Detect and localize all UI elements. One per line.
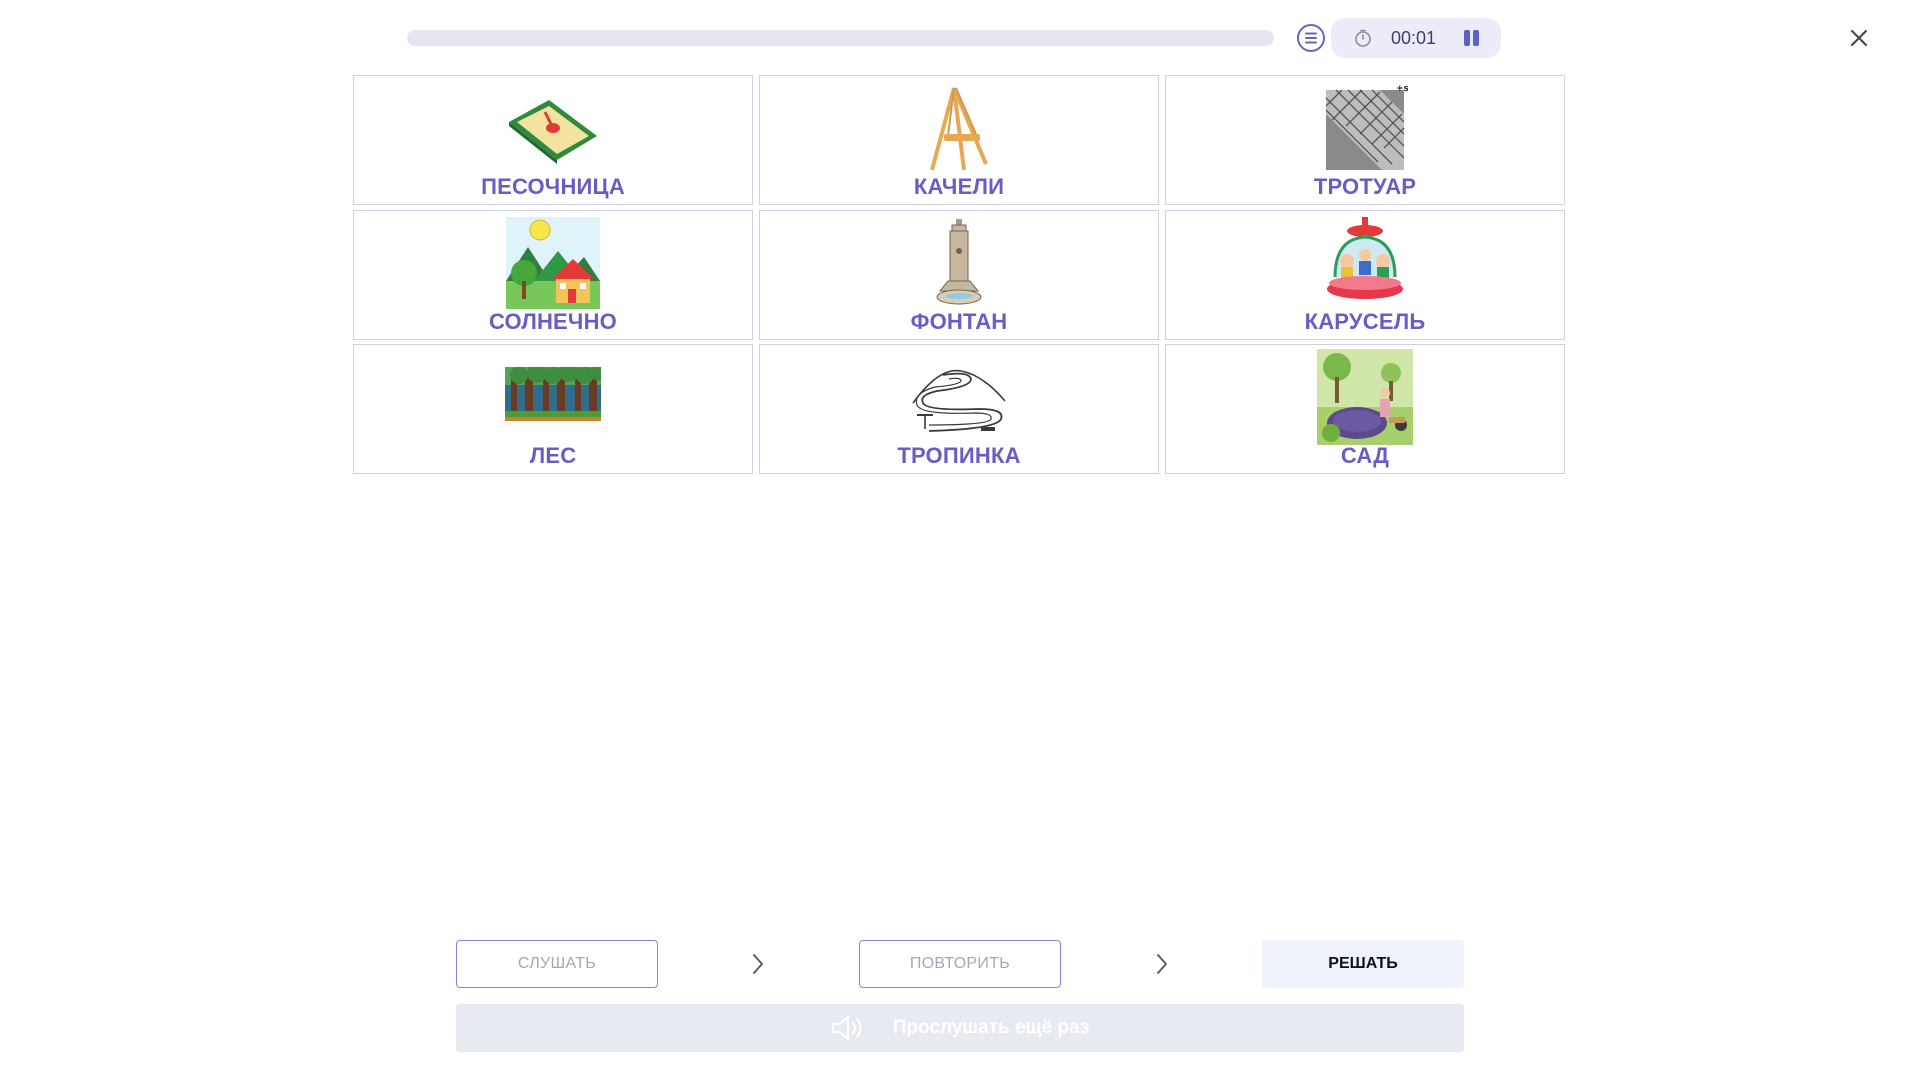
card-sandbox[interactable]: ПЕСОЧНИЦА	[353, 75, 753, 205]
pause-icon	[1464, 30, 1470, 46]
card-sidewalk[interactable]: +s ТРОТУАР	[1165, 75, 1565, 205]
svg-text:+s: +s	[1396, 84, 1408, 94]
card-label: ТРОПИНКА	[897, 443, 1021, 468]
card-label: СОЛНЕЧНО	[489, 309, 617, 334]
card-garden[interactable]: САД	[1165, 344, 1565, 474]
top-bar: 00:01	[0, 0, 1920, 75]
sunny-picture	[506, 217, 600, 309]
chevron-right-icon	[1157, 954, 1167, 974]
step-controls: СЛУШАТЬ ПОВТОРИТЬ РЕШАТЬ	[0, 940, 1920, 988]
task-list-button[interactable]	[1297, 24, 1325, 52]
speaker-icon	[831, 1016, 862, 1040]
forest-picture	[505, 367, 601, 421]
timer-panel: 00:01	[1331, 18, 1501, 58]
fountain-picture	[936, 219, 982, 305]
card-swing[interactable]: КАЧЕЛИ	[759, 75, 1159, 205]
card-label: ФОНТАН	[910, 309, 1008, 334]
progress-bar	[407, 30, 1274, 46]
card-forest[interactable]: ЛЕС	[353, 344, 753, 474]
pause-button[interactable]	[1459, 26, 1483, 50]
carousel-picture	[1327, 217, 1403, 299]
list-icon	[1305, 32, 1317, 44]
solve-button[interactable]: РЕШАТЬ	[1262, 940, 1464, 988]
card-label: ТРОТУАР	[1313, 174, 1417, 199]
path-picture	[912, 369, 1006, 432]
card-label: ПЕСОЧНИЦА	[481, 174, 625, 199]
swing-picture	[930, 87, 988, 171]
card-label: КАРУСЕЛЬ	[1304, 309, 1426, 334]
card-path[interactable]: ТРОПИНКА	[759, 344, 1159, 474]
card-label: ЛЕС	[529, 443, 577, 468]
chevron-right-icon	[753, 954, 763, 974]
card-label: КАЧЕЛИ	[913, 174, 1005, 199]
card-fountain[interactable]: ФОНТАН	[759, 210, 1159, 340]
repeat-button[interactable]: ПОВТОРИТЬ	[859, 940, 1061, 988]
sidewalk-picture: +s	[1325, 84, 1408, 170]
card-carousel[interactable]: КАРУСЕЛЬ	[1165, 210, 1565, 340]
card-label: САД	[1340, 443, 1390, 468]
garden-picture	[1317, 349, 1413, 445]
listen-again-button[interactable]: Прослушать ещё раз	[456, 1004, 1464, 1052]
listen-again-label: Прослушать ещё раз	[892, 1017, 1090, 1038]
word-card-grid: ПЕСОЧНИЦА КАЧЕЛИ +s ТРОТУАР СОЛНЕЧНО ФОН…	[353, 75, 1568, 476]
close-icon[interactable]	[1845, 24, 1873, 52]
listen-button[interactable]: СЛУШАТЬ	[456, 940, 658, 988]
timer-value: 00:01	[1391, 28, 1437, 48]
stopwatch-icon	[1355, 29, 1371, 47]
sandbox-picture	[509, 100, 597, 164]
card-sunny[interactable]: СОЛНЕЧНО	[353, 210, 753, 340]
